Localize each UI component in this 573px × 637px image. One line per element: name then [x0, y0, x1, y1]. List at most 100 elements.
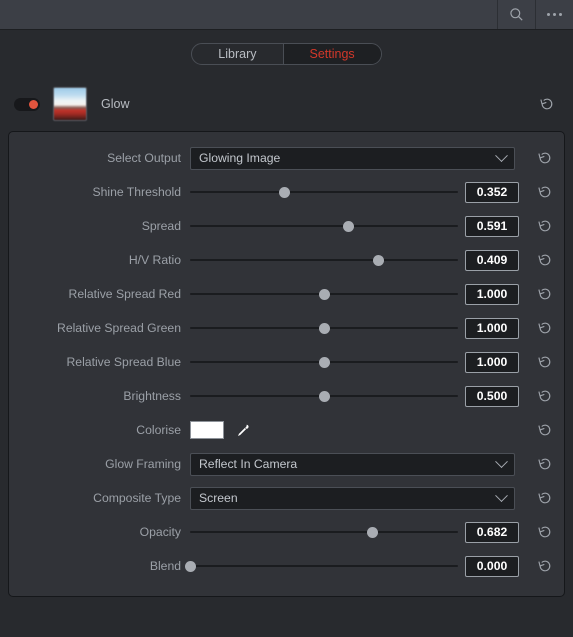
- control-row: Blend 0.000: [9, 549, 564, 583]
- reset-button[interactable]: [537, 422, 553, 438]
- slider-track-area[interactable]: [190, 522, 458, 542]
- control-row: Colorise: [9, 413, 564, 447]
- chevron-down-icon: [495, 148, 508, 162]
- reset-button[interactable]: [537, 456, 553, 472]
- slider-track-area[interactable]: [184, 556, 458, 576]
- control-row: Spread 0.591: [9, 209, 564, 243]
- reset-button[interactable]: [537, 490, 553, 506]
- reset-icon: [538, 458, 551, 470]
- control-label: Relative Spread Blue: [66, 355, 182, 369]
- value-input[interactable]: 0.000: [465, 555, 519, 577]
- control-label: Composite Type: [93, 491, 181, 505]
- value-input[interactable]: 1.000: [465, 317, 519, 339]
- control-label: Brightness: [123, 389, 181, 403]
- search-icon: [510, 8, 523, 21]
- value-input[interactable]: 0.500: [465, 385, 519, 407]
- control-row: Shine Threshold 0.352: [9, 175, 564, 209]
- control-label: Glow Framing: [105, 457, 181, 471]
- dropdown-select[interactable]: Screen: [190, 486, 515, 510]
- reset-icon: [538, 492, 551, 504]
- reset-icon: [540, 98, 553, 110]
- slider-handle[interactable]: [318, 322, 330, 334]
- value-input[interactable]: 1.000: [465, 351, 519, 373]
- control-row: Opacity 0.682: [9, 515, 564, 549]
- slider-handle[interactable]: [278, 186, 290, 198]
- effect-enable-toggle[interactable]: [14, 97, 40, 111]
- control-row: Composite Type Screen: [9, 481, 564, 515]
- slider-handle[interactable]: [184, 560, 196, 572]
- chevron-down-icon: [495, 488, 508, 502]
- reset-button[interactable]: [537, 184, 553, 200]
- slider-track-area[interactable]: [190, 284, 458, 304]
- value-input[interactable]: 0.591: [465, 215, 519, 237]
- control-label: Colorise: [136, 423, 181, 437]
- control-row: Select Output Glowing Image: [9, 141, 564, 175]
- reset-icon: [538, 288, 551, 300]
- slider-track: [190, 191, 458, 193]
- reset-icon: [538, 560, 551, 572]
- reset-button[interactable]: [537, 286, 553, 302]
- reset-icon: [538, 220, 551, 232]
- top-toolbar: [0, 0, 573, 30]
- slider-track: [190, 259, 458, 261]
- control-label: Relative Spread Red: [68, 287, 181, 301]
- reset-button[interactable]: [537, 388, 553, 404]
- reset-button[interactable]: [537, 252, 553, 268]
- slider-handle[interactable]: [367, 526, 379, 538]
- reset-button[interactable]: [537, 320, 553, 336]
- effect-reset-button[interactable]: [539, 96, 555, 112]
- value-input[interactable]: 0.682: [465, 521, 519, 543]
- reset-button[interactable]: [537, 354, 553, 370]
- slider-track-area[interactable]: [190, 182, 458, 202]
- more-options-icon: [547, 13, 562, 16]
- slider-track-area[interactable]: [190, 250, 458, 270]
- tab-bar: Library Settings: [0, 30, 573, 78]
- reset-icon: [538, 186, 551, 198]
- slider-handle[interactable]: [318, 390, 330, 402]
- control-row: H/V Ratio 0.409: [9, 243, 564, 277]
- effect-name: Glow: [101, 97, 130, 111]
- slider-track-area[interactable]: [190, 352, 458, 372]
- reset-icon: [538, 424, 551, 436]
- control-row: Glow Framing Reflect In Camera: [9, 447, 564, 481]
- reset-icon: [538, 390, 551, 402]
- control-row: Relative Spread Green 1.000: [9, 311, 564, 345]
- more-options-button[interactable]: [535, 0, 573, 29]
- slider-handle[interactable]: [318, 356, 330, 368]
- value-input[interactable]: 0.409: [465, 249, 519, 271]
- slider-track-area[interactable]: [190, 216, 458, 236]
- reset-icon: [538, 152, 551, 164]
- dropdown-value: Glowing Image: [199, 151, 281, 165]
- control-row: Brightness 0.500: [9, 379, 564, 413]
- control-label: Select Output: [107, 151, 181, 165]
- slider-handle[interactable]: [318, 288, 330, 300]
- slider-track-area[interactable]: [190, 386, 458, 406]
- search-button[interactable]: [497, 0, 535, 29]
- reset-button[interactable]: [537, 150, 553, 166]
- dropdown-select[interactable]: Glowing Image: [190, 146, 515, 170]
- slider-handle[interactable]: [373, 254, 385, 266]
- slider-track: [190, 531, 458, 533]
- reset-button[interactable]: [537, 558, 553, 574]
- color-swatch[interactable]: [190, 421, 224, 439]
- value-input[interactable]: 1.000: [465, 283, 519, 305]
- slider-handle[interactable]: [342, 220, 354, 232]
- reset-button[interactable]: [537, 218, 553, 234]
- value-input[interactable]: 0.352: [465, 181, 519, 203]
- dropdown-value: Reflect In Camera: [199, 457, 298, 471]
- control-label: Relative Spread Green: [57, 321, 181, 335]
- tab-library[interactable]: Library: [192, 44, 282, 64]
- color-picker-button[interactable]: [235, 423, 250, 438]
- dropdown-value: Screen: [199, 491, 238, 505]
- control-label: Blend: [149, 559, 181, 573]
- reset-icon: [538, 356, 551, 368]
- control-label: H/V Ratio: [128, 253, 181, 267]
- reset-icon: [538, 254, 551, 266]
- tab-group: Library Settings: [191, 43, 382, 65]
- dropdown-select[interactable]: Reflect In Camera: [190, 452, 515, 476]
- tab-settings[interactable]: Settings: [282, 44, 381, 64]
- effect-header-row: Glow: [0, 78, 573, 130]
- slider-track-area[interactable]: [190, 318, 458, 338]
- reset-button[interactable]: [537, 524, 553, 540]
- control-row: Relative Spread Red 1.000: [9, 277, 564, 311]
